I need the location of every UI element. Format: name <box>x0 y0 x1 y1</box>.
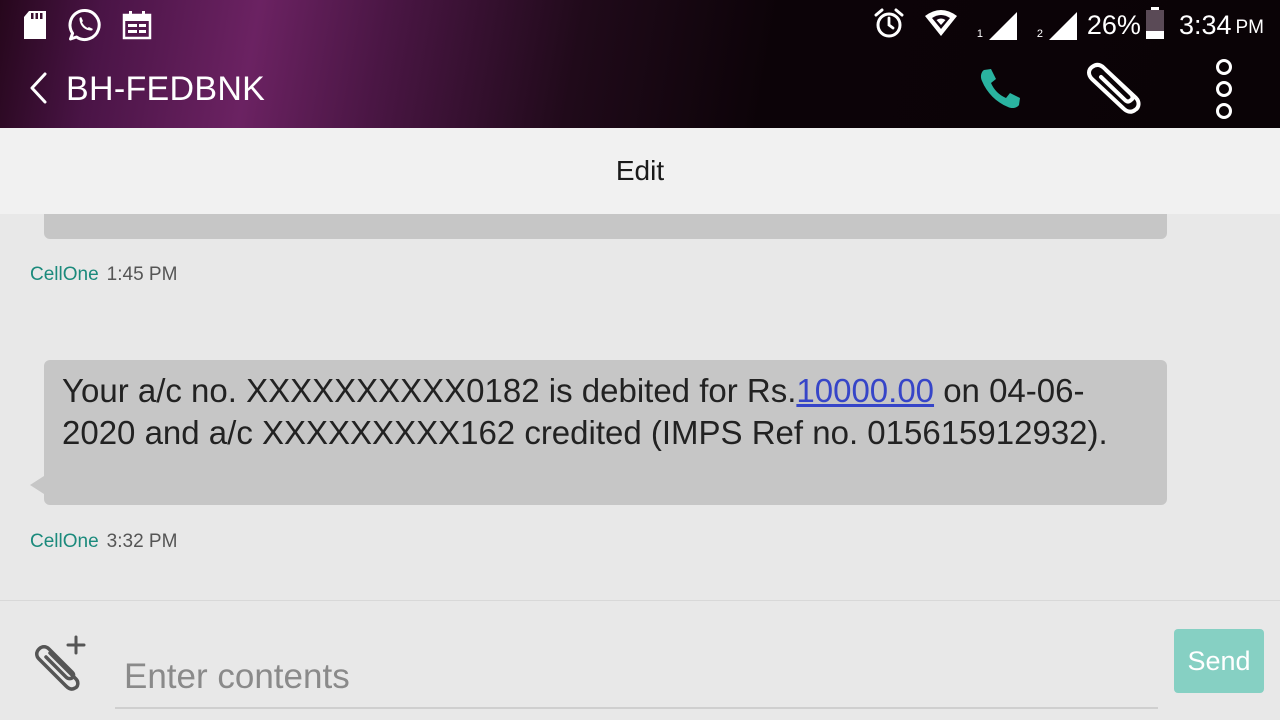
contact-title: BH-FEDBNK <box>66 70 266 108</box>
calendar-icon <box>122 10 152 45</box>
message-bubble-previous[interactable] <box>44 214 1167 239</box>
message-bubble[interactable]: Your a/c no. XXXXXXXXXX0182 is debited f… <box>30 360 1167 505</box>
back-button[interactable] <box>20 70 56 110</box>
phone-icon <box>976 69 1024 114</box>
message-text: Your a/c no. XXXXXXXXXX0182 is debited f… <box>62 370 1149 454</box>
clock-ampm: PM <box>1235 17 1265 38</box>
status-bar: 1 2 26% 3:34 PM <box>0 0 1280 50</box>
message-sender: CellOne <box>30 531 99 552</box>
status-system-icons: 1 2 26% 3:34 PM <box>873 6 1264 44</box>
message-input[interactable] <box>115 641 1158 709</box>
status-notification-icons <box>22 8 152 47</box>
attach-button[interactable] <box>1084 62 1144 114</box>
message-meta: CellOne 1:45 PM <box>30 264 177 286</box>
back-chevron-icon <box>27 71 49 110</box>
bubble-tail <box>30 476 44 494</box>
amount-link[interactable]: 10000.00 <box>796 372 934 409</box>
sim2-label: 2 <box>1036 28 1044 40</box>
message-time: 3:32 PM <box>106 531 178 552</box>
sd-card-icon <box>22 10 48 45</box>
battery-percentage: 26% <box>1086 9 1141 40</box>
message-sender: CellOne <box>30 264 99 285</box>
whatsapp-icon <box>68 8 102 47</box>
message-meta: CellOne 3:32 PM <box>30 531 177 553</box>
send-button[interactable]: Send <box>1174 629 1264 693</box>
action-bar: BH-FEDBNK <box>0 50 1280 128</box>
signal-sim1-icon: 1 <box>977 10 1019 40</box>
paperclip-icon <box>1084 62 1144 118</box>
compose-area: Send <box>0 600 1280 720</box>
more-options-button[interactable] <box>1206 56 1242 122</box>
signal-sim2-icon: 2 <box>1037 10 1079 40</box>
add-attachment-button[interactable] <box>32 633 90 693</box>
add-attachment-icon <box>32 635 90 697</box>
message-list[interactable]: CellOne 1:45 PM Your a/c no. XXXXXXXXXX0… <box>0 214 1280 600</box>
wifi-icon <box>923 8 959 43</box>
message-text-before: Your a/c no. XXXXXXXXXX0182 is debited f… <box>62 372 797 409</box>
top-area: 1 2 26% 3:34 PM BH-FEDBNK <box>0 0 1280 128</box>
clock-time: 3:34 <box>1178 9 1232 40</box>
edit-label: Edit <box>615 155 665 186</box>
alarm-icon <box>873 7 905 44</box>
call-button[interactable] <box>976 66 1024 110</box>
message-time: 1:45 PM <box>106 264 178 285</box>
sim1-label: 1 <box>976 28 984 40</box>
edit-bar[interactable]: Edit <box>0 128 1280 214</box>
battery-icon <box>1145 6 1165 44</box>
more-vertical-icon <box>1206 59 1242 126</box>
